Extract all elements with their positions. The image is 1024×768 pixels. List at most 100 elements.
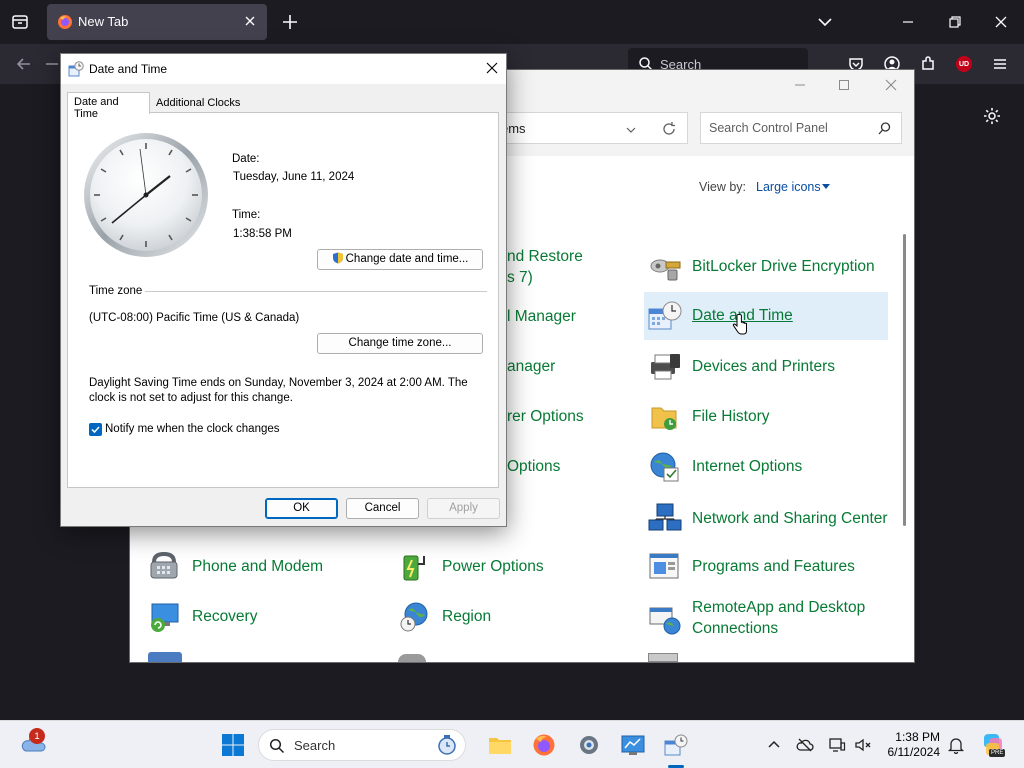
cp-item-fragment[interactable]: s 7) <box>507 267 533 288</box>
copilot-icon[interactable]: PRE <box>980 732 1006 758</box>
cloud-offline-icon[interactable] <box>796 736 814 754</box>
date-label: Date: <box>232 153 260 165</box>
address-bar[interactable]: ems <box>490 112 688 144</box>
file-explorer-icon[interactable] <box>488 733 512 757</box>
printer-icon <box>648 350 682 384</box>
bitlocker-icon <box>648 250 682 284</box>
settings-icon[interactable] <box>577 733 601 757</box>
ok-button[interactable]: OK <box>265 498 338 519</box>
cp-item-programs-and-features[interactable]: Programs and Features <box>648 543 888 589</box>
cp-item-label: RemoteApp and Desktop Connections <box>692 599 866 637</box>
view-by-label: View by: <box>699 180 747 194</box>
date-value: Tuesday, June 11, 2024 <box>233 171 355 183</box>
cp-item-network-and-sharing[interactable]: Network and Sharing Center <box>648 493 888 543</box>
cp-item-fragment[interactable]: l Manager <box>507 306 576 327</box>
cp-item-region[interactable]: Region <box>398 593 598 639</box>
taskbar-search-input[interactable]: Search <box>258 729 466 761</box>
cp-item-bitlocker[interactable]: BitLocker Drive Encryption <box>648 243 888 289</box>
cp-item-remoteapp[interactable]: RemoteApp and Desktop Connections <box>648 593 888 643</box>
tab-title: New Tab <box>78 14 129 29</box>
chevron-down-icon[interactable] <box>625 123 637 135</box>
minimize-icon[interactable] <box>792 77 808 93</box>
apply-button[interactable]: Apply <box>427 498 500 519</box>
close-window-icon[interactable] <box>991 12 1011 32</box>
date-time-icon <box>648 299 682 333</box>
internet-options-icon <box>648 450 682 484</box>
windows-start-icon[interactable] <box>221 733 245 757</box>
extensions-icon[interactable] <box>916 52 940 76</box>
taskbar-search-placeholder: Search <box>294 738 336 753</box>
taskbar-time: 1:38 PM <box>895 730 940 744</box>
close-icon[interactable] <box>883 77 899 93</box>
timezone-value: (UTC-08:00) Pacific Time (US & Canada) <box>89 312 300 324</box>
taskbar-clock[interactable]: 1:38 PM 6/11/2024 <box>878 730 941 760</box>
search-placeholder: Search Control Panel <box>709 121 828 135</box>
chevron-up-icon[interactable] <box>765 736 783 754</box>
cp-item-fragment[interactable]: anager <box>507 356 555 377</box>
volume-muted-icon[interactable] <box>854 736 872 754</box>
date-time-icon <box>68 61 84 77</box>
cp-item-devices-and-printers[interactable]: Devices and Printers <box>648 343 888 389</box>
cp-item-label: Internet Options <box>692 457 803 475</box>
cp-item-internet-options[interactable]: Internet Options <box>648 443 888 489</box>
change-timezone-button[interactable]: Change time zone... <box>317 333 483 354</box>
dropdown-caret-icon[interactable] <box>822 184 830 189</box>
close-tab-icon[interactable] <box>243 14 257 28</box>
close-icon[interactable] <box>485 61 499 75</box>
new-tab-icon[interactable] <box>280 12 300 32</box>
power-icon <box>398 550 432 584</box>
control-panel-search-input[interactable]: Search Control Panel <box>700 112 902 144</box>
notification-badge: 1 <box>29 728 45 744</box>
date-time-taskbar-icon[interactable] <box>664 733 688 757</box>
recovery-icon <box>148 600 182 634</box>
cp-item-phone-and-modem[interactable]: Phone and Modem <box>148 543 348 589</box>
control-panel-taskbar-icon[interactable] <box>621 733 645 757</box>
scrollbar[interactable] <box>903 234 906 526</box>
cp-item-power-options[interactable]: Power Options <box>398 543 598 589</box>
cp-item-label: Power Options <box>442 557 544 575</box>
cp-item-label: BitLocker Drive Encryption <box>692 257 875 275</box>
firefox-view-icon[interactable] <box>6 8 34 36</box>
cp-item-fragment[interactable]: Options <box>507 456 560 477</box>
ublock-icon[interactable]: UD <box>956 56 972 72</box>
search-highlight-icon <box>435 733 459 757</box>
display-icon[interactable] <box>828 736 846 754</box>
cp-item-label: Recovery <box>192 607 258 625</box>
firefox-icon[interactable] <box>532 733 556 757</box>
cancel-button[interactable]: Cancel <box>346 498 419 519</box>
bell-icon[interactable] <box>947 736 965 755</box>
hand-cursor-icon <box>732 314 748 336</box>
firefox-favicon-icon <box>57 14 73 30</box>
change-date-time-label: Change date and time... <box>345 253 469 265</box>
taskbar: 1 Search 1:38 PM 6/11/2024 PRE <box>0 720 1024 768</box>
restore-icon[interactable] <box>945 12 965 32</box>
browser-tab[interactable]: New Tab <box>47 4 267 40</box>
timezone-label: Time zone <box>89 285 143 297</box>
refresh-icon[interactable] <box>661 121 677 137</box>
notify-checkbox[interactable] <box>89 423 102 436</box>
browser-tab-bar: New Tab <box>0 0 1024 44</box>
cp-item-fragment[interactable]: rer Options <box>507 406 584 427</box>
minimize-icon[interactable] <box>898 12 918 32</box>
tab-panel: Date: Tuesday, June 11, 2024 Time: 1:38:… <box>67 112 499 488</box>
time-value: 1:38:58 PM <box>233 228 292 240</box>
partial-item-icon <box>148 652 182 662</box>
cp-item-label: Network and Sharing Center <box>692 509 888 527</box>
chevron-down-icon[interactable] <box>817 14 833 30</box>
tab-date-and-time[interactable]: Date and Time <box>67 92 150 120</box>
cp-item-fragment[interactable]: nd Restore <box>507 246 583 267</box>
view-by-dropdown[interactable]: Large icons <box>756 180 821 194</box>
back-arrow-icon[interactable] <box>12 52 36 76</box>
cp-item-label: Devices and Printers <box>692 357 836 375</box>
cp-item-file-history[interactable]: File History <box>648 393 888 439</box>
change-date-time-button[interactable]: Change date and time... <box>317 249 483 270</box>
settings-gear-icon[interactable] <box>982 106 1002 126</box>
timezone-divider <box>145 291 487 292</box>
cp-item-recovery[interactable]: Recovery <box>148 593 348 639</box>
hamburger-menu-icon[interactable] <box>988 52 1012 76</box>
maximize-icon[interactable] <box>836 77 852 93</box>
dst-notice: Daylight Saving Time ends on Sunday, Nov… <box>89 377 468 404</box>
date-time-dialog: Date and Time Date and Time Additional C… <box>60 53 507 527</box>
network-icon <box>648 502 682 536</box>
cp-item-date-and-time[interactable]: Date and Time <box>644 292 888 340</box>
